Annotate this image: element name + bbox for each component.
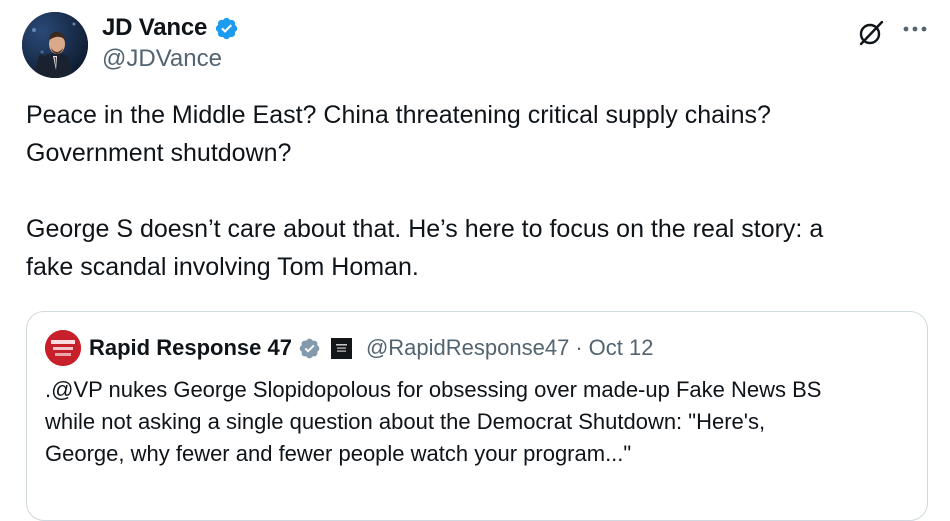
quote-tweet-card[interactable]: Rapid Response 47 @RapidResponse47 · Oct… [26, 311, 928, 521]
tweet-text-line: fake scandal involving Tom Homan. [26, 253, 419, 281]
quote-avatar[interactable] [45, 330, 81, 366]
quote-author-handle[interactable]: @RapidResponse47 [366, 335, 569, 361]
tweet-text-line: Peace in the Middle East? China threaten… [26, 101, 771, 129]
quote-timestamp[interactable]: Oct 12 [589, 335, 654, 361]
quote-text: .@VP nukes George Slopidopolous for obse… [45, 374, 905, 470]
author-name[interactable]: JD Vance [102, 14, 207, 42]
quote-header: Rapid Response 47 @RapidResponse47 · Oct… [45, 330, 653, 366]
quote-author-name[interactable]: Rapid Response 47 [89, 335, 292, 361]
tweet-text-line: George S doesn’t care about that. He’s h… [26, 215, 824, 243]
author-avatar[interactable] [22, 12, 88, 78]
avatar-image [22, 12, 88, 78]
affiliate-badge-icon[interactable] [330, 337, 352, 359]
separator-dot: · [575, 335, 583, 360]
verified-badge-icon [298, 337, 321, 360]
quote-text-line: George, why fewer and fewer people watch… [45, 441, 632, 466]
author-name-row: JD Vance [102, 12, 239, 44]
author-handle[interactable]: @JDVance [102, 45, 222, 73]
grok-slash-icon[interactable] [856, 18, 886, 48]
quote-text-line: .@VP nukes George Slopidopolous for obse… [45, 377, 822, 402]
tweet-text: Peace in the Middle East? China threaten… [26, 96, 926, 286]
more-icon[interactable] [900, 14, 930, 44]
tweet-text-line: Government shutdown? [26, 139, 292, 167]
quote-text-line: while not asking a single question about… [45, 409, 766, 434]
quote-avatar-image [45, 330, 81, 366]
verified-badge-icon [214, 16, 239, 41]
